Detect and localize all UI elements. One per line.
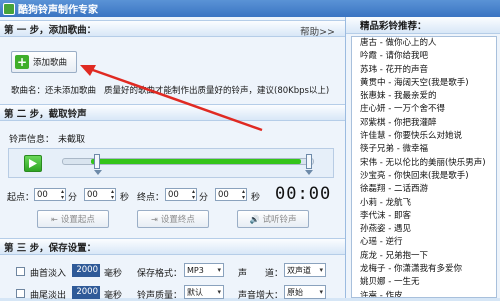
recommend-item[interactable]: 沙宝亮 - 你快回来(我是歌手) bbox=[352, 170, 496, 183]
recommend-item[interactable]: 张惠妹 - 我最亲爱的 bbox=[352, 90, 496, 103]
recommend-item[interactable]: 李代沫 - 即客 bbox=[352, 210, 496, 223]
title-bar: 酷狗铃声制作专家 bbox=[0, 0, 500, 17]
main-panel: 第 一 步，添加歌曲： 帮助>> + 添加歌曲 歌曲名：还未添加歌曲 质量好的歌… bbox=[0, 17, 345, 301]
recommend-item[interactable]: 庞龙 - 兄弟抱一下 bbox=[352, 250, 496, 263]
annotation-arrow-icon bbox=[80, 65, 263, 132]
window-title: 酷狗铃声制作专家 bbox=[18, 5, 98, 16]
recommend-item[interactable]: 小莉 - 龙航飞 bbox=[352, 197, 496, 210]
recommend-item[interactable]: 心瑶 - 逆行 bbox=[352, 236, 496, 249]
kugou-app-icon bbox=[3, 2, 15, 15]
recommend-item[interactable]: 孙燕姿 - 遇见 bbox=[352, 223, 496, 236]
recommend-header: 精品彩铃推荐： bbox=[346, 17, 500, 34]
recommend-item[interactable]: 庄心妍 - 一万个舍不得 bbox=[352, 103, 496, 116]
recommend-item[interactable]: 许佳慧 - 你要快乐么对她说 bbox=[352, 130, 496, 143]
recommend-item[interactable]: 邓紫棋 - 你把我灌醉 bbox=[352, 117, 496, 130]
recommend-item[interactable]: 许嵩 - 作皮 bbox=[352, 290, 496, 297]
recommend-item[interactable]: 唐古 - 做你心上的人 bbox=[352, 37, 496, 50]
recommend-list: 唐古 - 做你心上的人 吟霞 - 请你给我吧 苏玮 - 花开的声音 黄贯中 - 海阔天… bbox=[351, 36, 497, 298]
recommend-panel: 精品彩铃推荐： 唐古 - 做你心上的人 吟霞 - 请你给我吧 苏玮 - 花开的声音黄… bbox=[345, 17, 500, 298]
recommend-item[interactable]: 徐磊翔 - 二话西游 bbox=[352, 183, 496, 196]
recommend-item[interactable]: 宋伟 - 无以伦比的美丽(快乐男声) bbox=[352, 157, 496, 170]
recommend-item[interactable]: 黄贯中 - 海阔天空(我是歌手) bbox=[352, 77, 496, 90]
recommend-item[interactable]: 龙梅子 - 你潇潇我有多爱你 bbox=[352, 263, 496, 276]
recommend-item[interactable]: 筷子兄弟 - 微幸福 bbox=[352, 143, 496, 156]
recommend-item[interactable]: 苏玮 - 花开的声音 bbox=[352, 64, 496, 77]
recommend-item[interactable]: 吟霞 - 请你给我吧 bbox=[352, 50, 496, 63]
recommend-title: 精品彩铃推荐： bbox=[360, 21, 427, 32]
recommend-item[interactable]: 姚贝娜 - 一生无 bbox=[352, 276, 496, 289]
